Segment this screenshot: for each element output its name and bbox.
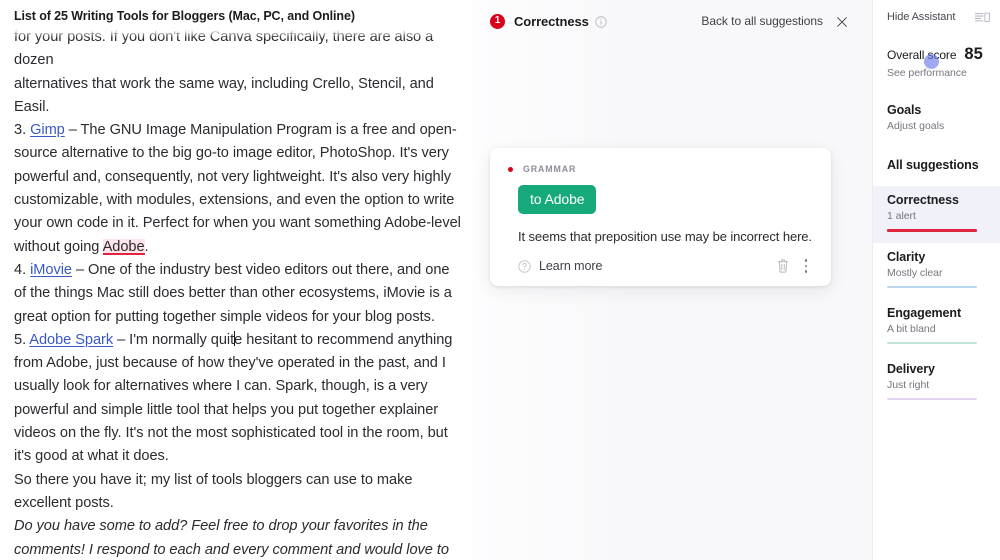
kebab-dot bbox=[805, 265, 808, 268]
category-status: 1 alert bbox=[887, 210, 990, 222]
category-bar-delivery bbox=[887, 398, 977, 400]
list-number: 5. bbox=[14, 332, 29, 348]
category-status: A bit bland bbox=[887, 323, 990, 335]
link-gimp[interactable]: Gimp bbox=[30, 122, 65, 138]
paragraph-clipped: for your posts. If you don't like Canva … bbox=[14, 26, 462, 73]
paragraph-text: e hesitant to recommend anything from Ad… bbox=[14, 332, 452, 464]
paragraph-gimp: 3. Gimp – The GNU Image Manipulation Pro… bbox=[14, 119, 462, 259]
clipped-line-text: for your posts. If you don't like Canva … bbox=[14, 29, 433, 68]
paragraph-text: – I'm normally quit bbox=[113, 332, 234, 348]
severity-dot-icon bbox=[508, 167, 513, 172]
category-name: Delivery bbox=[887, 362, 990, 376]
kebab-menu-icon[interactable] bbox=[799, 258, 813, 274]
back-to-all-suggestions-button[interactable]: Back to all suggestions bbox=[701, 14, 823, 28]
all-suggestions-button[interactable]: All suggestions bbox=[887, 158, 1000, 172]
sidebar-item-correctness[interactable]: Correctness 1 alert bbox=[873, 186, 1000, 243]
paragraph-outro: So there you have it; my list of tools b… bbox=[14, 469, 462, 516]
overall-score-block: Overall score 85 See performance bbox=[887, 45, 1000, 79]
overall-score-row: Overall score 85 bbox=[887, 45, 1000, 64]
paragraph-canva-tail: alternatives that work the same way, inc… bbox=[14, 73, 462, 120]
learn-more-label: Learn more bbox=[539, 259, 602, 273]
category-bar-correctness bbox=[887, 229, 977, 232]
paragraph-text: Do you have some to add? Feel free to dr… bbox=[14, 518, 449, 560]
overall-score-label: Overall score bbox=[887, 48, 956, 62]
grammar-assistant-app: List of 25 Writing Tools for Bloggers (M… bbox=[0, 0, 1000, 560]
hide-assistant-button[interactable]: Hide Assistant bbox=[887, 11, 1000, 23]
question-circle-icon bbox=[518, 260, 531, 273]
kebab-dot bbox=[805, 259, 808, 262]
category-status: Mostly clear bbox=[887, 267, 990, 279]
suggestion-card[interactable]: GRAMMAR to Adobe It seems that prepositi… bbox=[490, 148, 831, 286]
paragraph-text: – One of the industry best video editors… bbox=[14, 262, 452, 325]
trash-icon[interactable] bbox=[776, 258, 790, 274]
hide-assistant-label: Hide Assistant bbox=[887, 11, 955, 23]
paragraph-text: – The GNU Image Manipulation Program is … bbox=[14, 122, 461, 254]
suggestion-header: 1 Correctness Back to all suggestions bbox=[472, 0, 872, 42]
paragraph-text: . bbox=[145, 239, 149, 255]
suggestion-description: It seems that preposition use may be inc… bbox=[518, 229, 813, 244]
see-performance-link[interactable]: See performance bbox=[887, 67, 1000, 79]
category-name: Clarity bbox=[887, 250, 990, 264]
kebab-dot bbox=[805, 270, 808, 273]
close-icon[interactable] bbox=[836, 15, 848, 27]
card-kicker: GRAMMAR bbox=[508, 163, 813, 175]
alert-count-badge: 1 bbox=[490, 14, 505, 29]
suggestion-pane: 1 Correctness Back to all suggestions bbox=[472, 0, 872, 560]
info-icon[interactable] bbox=[595, 15, 607, 27]
grammar-error-highlight[interactable]: Adobe bbox=[103, 239, 145, 255]
suggestion-category-title: Correctness bbox=[514, 14, 589, 29]
paragraph-text: alternatives that work the same way, inc… bbox=[14, 76, 434, 115]
paragraph-call-to-action: Do you have some to add? Feel free to dr… bbox=[14, 515, 462, 560]
learn-more-button[interactable]: Learn more bbox=[518, 259, 602, 273]
paragraph-imovie: 4. iMovie – One of the industry best vid… bbox=[14, 259, 462, 329]
paragraph-adobe-spark: 5. Adobe Spark – I'm normally quite hesi… bbox=[14, 329, 462, 469]
panel-toggle-icon bbox=[975, 11, 990, 23]
sidebar-item-delivery[interactable]: Delivery Just right bbox=[873, 355, 1000, 411]
document-editor-pane[interactable]: List of 25 Writing Tools for Bloggers (M… bbox=[0, 0, 472, 560]
goals-block: Goals Adjust goals bbox=[887, 103, 1000, 132]
category-status: Just right bbox=[887, 379, 990, 391]
goals-title: Goals bbox=[887, 103, 1000, 117]
category-list: Correctness 1 alert Clarity Mostly clear… bbox=[887, 186, 1000, 411]
sidebar-item-clarity[interactable]: Clarity Mostly clear bbox=[873, 243, 1000, 299]
link-adobe-spark[interactable]: Adobe Spark bbox=[29, 332, 113, 348]
category-bar-clarity bbox=[887, 286, 977, 288]
overall-score-value: 85 bbox=[964, 45, 982, 64]
assistant-sidebar: Hide Assistant Overall score 85 See perf… bbox=[872, 0, 1000, 560]
category-bar-engagement bbox=[887, 342, 977, 344]
card-footer: Learn more bbox=[518, 258, 813, 274]
category-name: Correctness bbox=[887, 193, 990, 207]
document-title: List of 25 Writing Tools for Bloggers (M… bbox=[14, 9, 361, 23]
apply-suggestion-button[interactable]: to Adobe bbox=[518, 185, 596, 214]
paragraph-text: So there you have it; my list of tools b… bbox=[14, 472, 412, 511]
suggestion-type-label: GRAMMAR bbox=[523, 164, 576, 174]
category-name: Engagement bbox=[887, 306, 990, 320]
list-number: 3. bbox=[14, 122, 30, 138]
adjust-goals-link[interactable]: Adjust goals bbox=[887, 120, 1000, 132]
document-body[interactable]: for your posts. If you don't like Canva … bbox=[14, 26, 462, 560]
list-number: 4. bbox=[14, 262, 30, 278]
sidebar-item-engagement[interactable]: Engagement A bit bland bbox=[873, 299, 1000, 355]
link-imovie[interactable]: iMovie bbox=[30, 262, 72, 278]
